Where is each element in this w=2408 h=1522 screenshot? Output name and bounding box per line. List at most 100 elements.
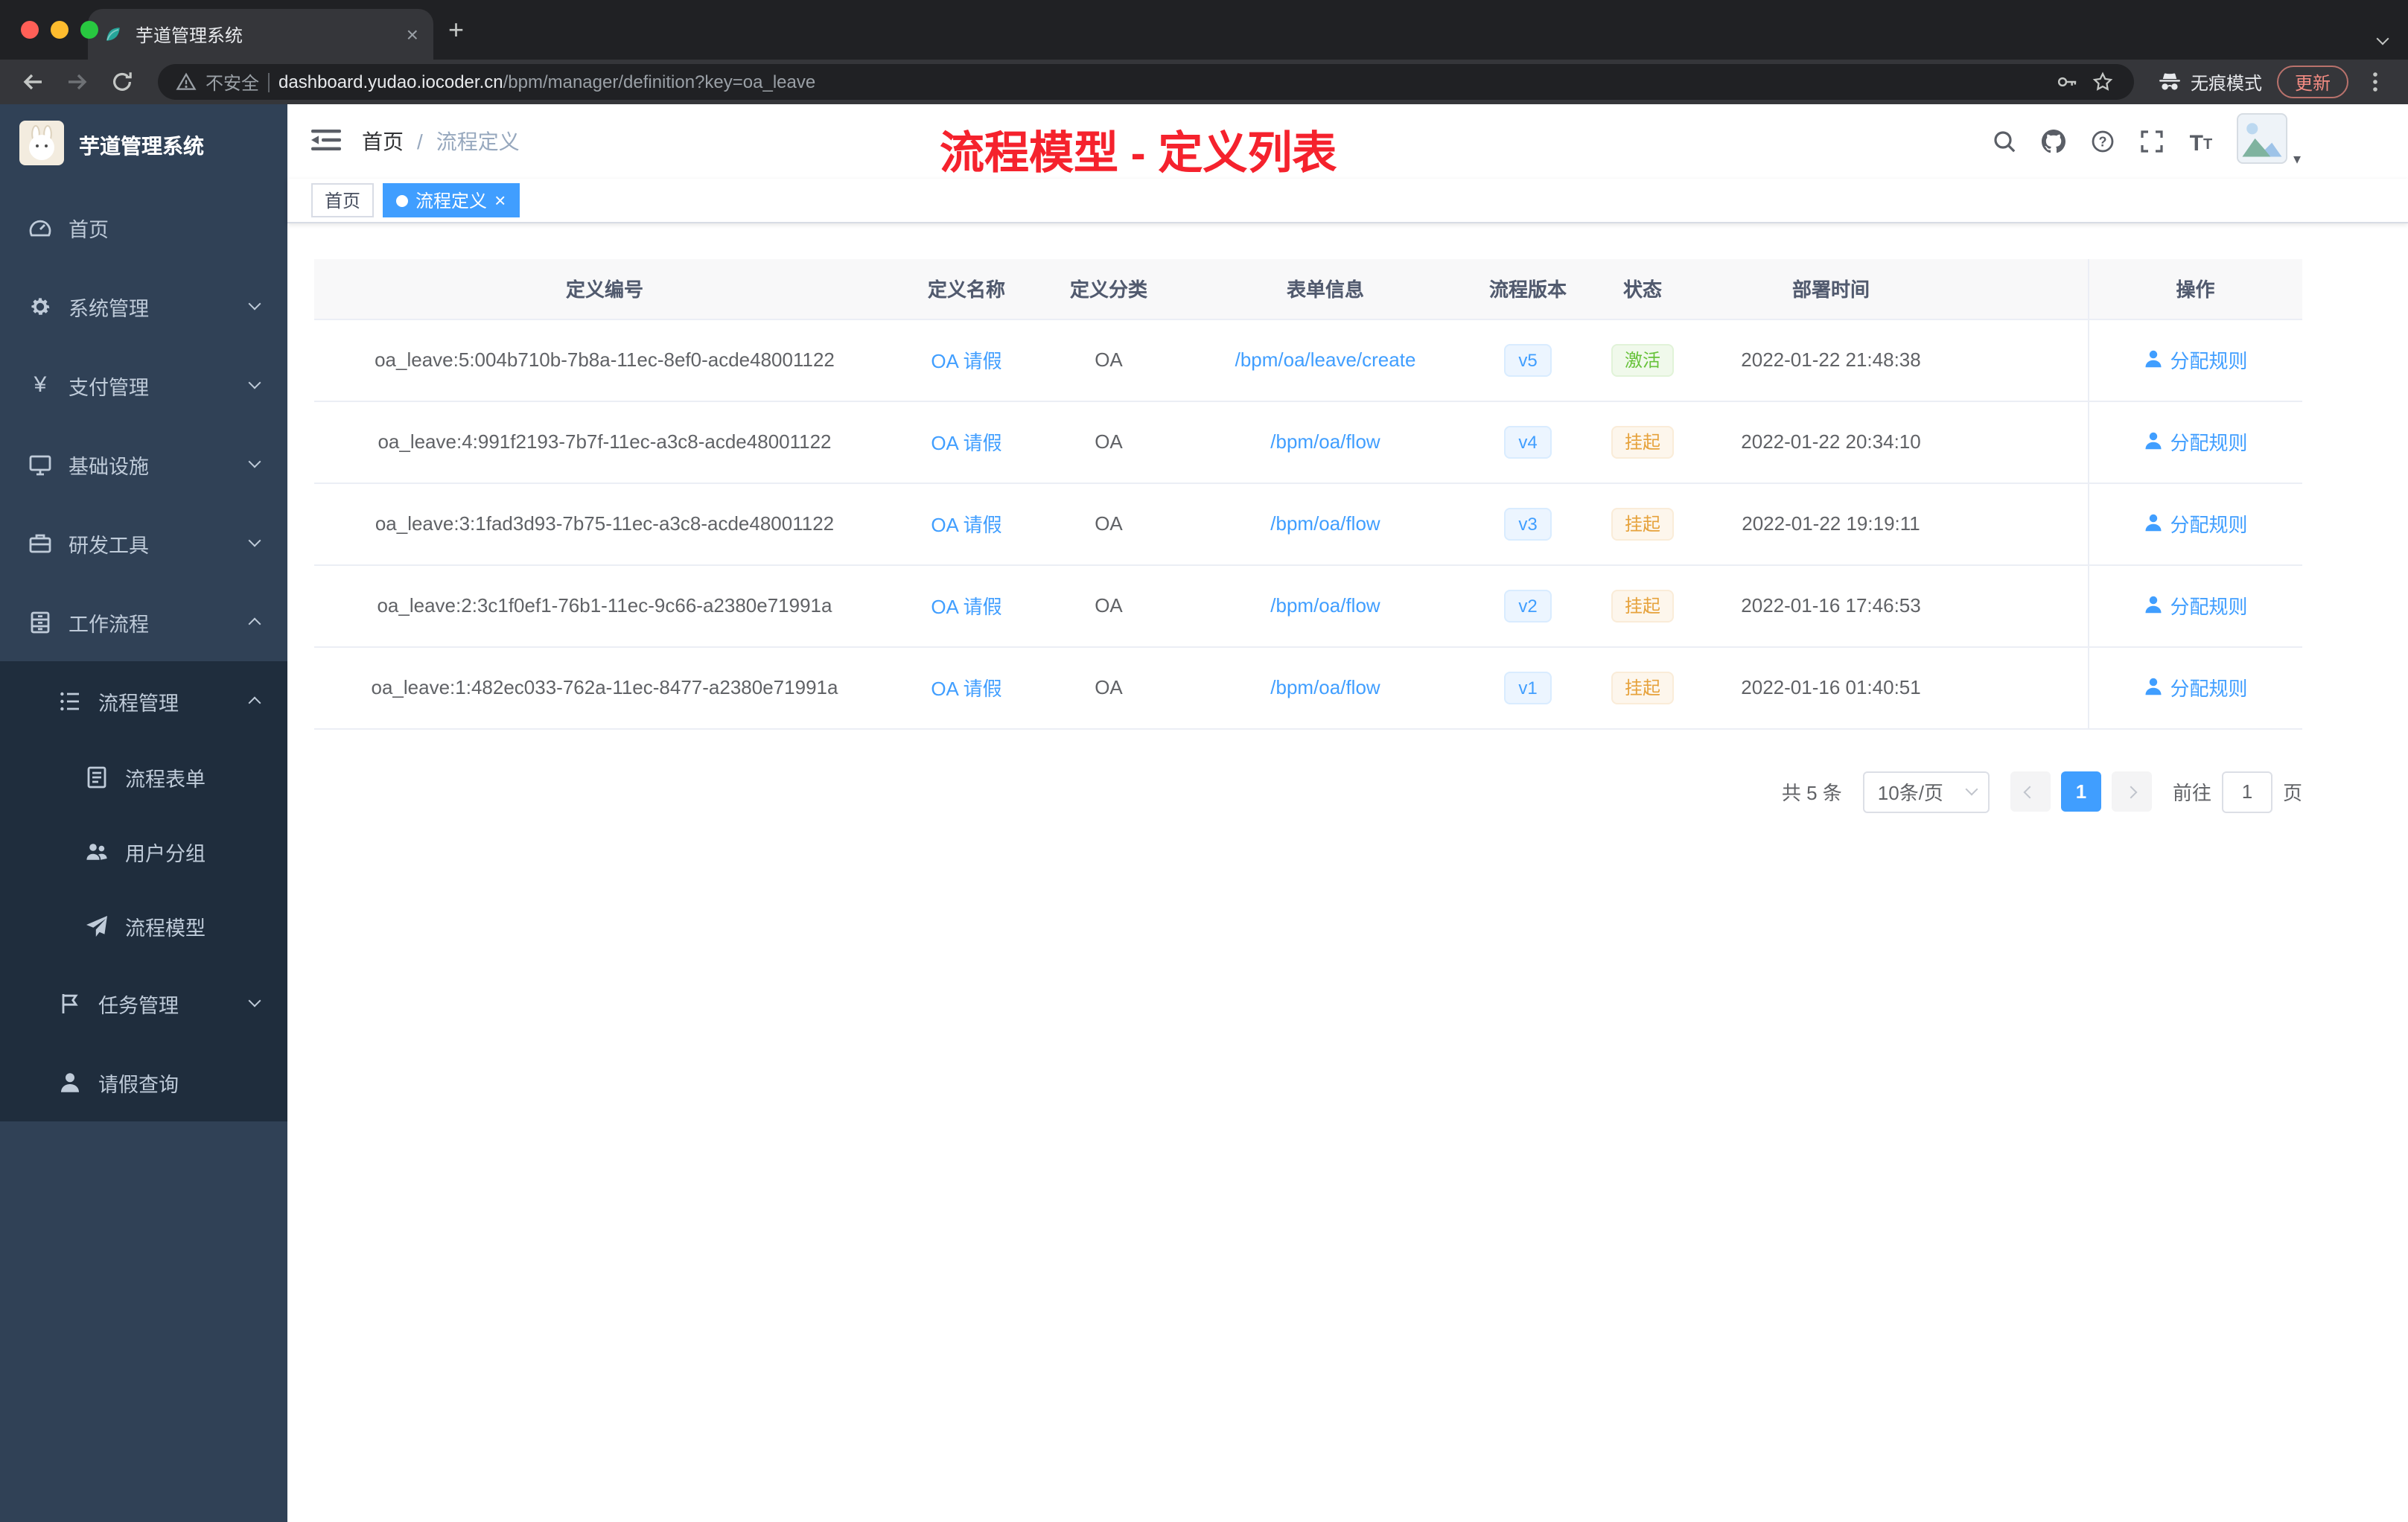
sidebar-item-process-management[interactable]: 流程管理 xyxy=(0,661,287,740)
back-button[interactable] xyxy=(15,64,51,100)
deploy-time: 2022-01-22 20:34:10 xyxy=(1701,401,1961,483)
assign-rule-link[interactable]: 分配规则 xyxy=(2143,509,2248,538)
svg-text:?: ? xyxy=(2098,134,2106,149)
sidebar-item-workflow[interactable]: 工作流程 xyxy=(0,582,287,661)
maximize-window-button[interactable] xyxy=(80,21,98,39)
gear-icon xyxy=(28,294,52,318)
font-size-icon[interactable]: TT xyxy=(2188,128,2214,155)
definition-name-link[interactable]: OA 请假 xyxy=(931,678,1001,700)
tab-search-chevron-icon[interactable] xyxy=(2376,24,2389,51)
incognito-icon xyxy=(2158,70,2182,94)
form-info-link[interactable]: /bpm/oa/flow xyxy=(1270,512,1380,535)
new-tab-button[interactable]: + xyxy=(448,16,464,43)
table-row: oa_leave:4:991f2193-7b7f-11ec-a3c8-acde4… xyxy=(314,401,2302,483)
col-form-info: 表单信息 xyxy=(1179,259,1471,319)
update-button[interactable]: 更新 xyxy=(2276,66,2348,98)
top-navbar: 首页 / 流程定义 流程模型 - 定义列表 ? T T ▾ xyxy=(287,104,2408,179)
sidebar: 芋道管理系统 首页 系统管理 ¥ 支付管理 基础设施 研发工具 工作流程 流程管… xyxy=(0,104,287,1522)
navbar-tools: ? TT ▾ xyxy=(1991,104,2301,179)
page-1-button[interactable]: 1 xyxy=(2060,771,2101,812)
chevron-down-icon xyxy=(248,994,261,1007)
tab-close-icon[interactable]: × xyxy=(407,22,418,46)
status-badge: 挂起 xyxy=(1611,671,1674,704)
browser-menu-icon[interactable] xyxy=(2357,64,2393,100)
prev-page-button[interactable] xyxy=(2010,771,2051,812)
url-divider xyxy=(268,72,270,92)
definition-name-link[interactable]: OA 请假 xyxy=(931,432,1001,454)
sidebar-item-user-group[interactable]: 用户分组 xyxy=(0,815,287,889)
monitor-icon xyxy=(28,452,52,476)
goto-label: 前往 xyxy=(2172,782,2211,804)
password-key-icon[interactable] xyxy=(2054,69,2080,95)
user-avatar-wrap[interactable]: ▾ xyxy=(2236,112,2301,171)
minimize-window-button[interactable] xyxy=(51,21,69,39)
page-size-select[interactable]: 10条/页 xyxy=(1862,771,1990,812)
user-avatar[interactable] xyxy=(2236,112,2287,171)
close-window-button[interactable] xyxy=(21,21,39,39)
next-page-button[interactable] xyxy=(2111,771,2152,812)
assign-rule-link[interactable]: 分配规则 xyxy=(2143,427,2248,456)
browser-tab[interactable]: 芋道管理系统 × xyxy=(88,9,433,60)
form-info-link[interactable]: /bpm/oa/leave/create xyxy=(1235,348,1416,371)
forward-button[interactable] xyxy=(60,64,95,100)
sidebar-item-leave-query[interactable]: 请假查询 xyxy=(0,1042,287,1121)
goto-page-input[interactable] xyxy=(2221,771,2272,812)
sidebar-item-devtools[interactable]: 研发工具 xyxy=(0,503,287,582)
version-tag: v1 xyxy=(1503,671,1552,704)
assign-rule-link[interactable]: 分配规则 xyxy=(2143,673,2248,701)
sidebar-item-task-management[interactable]: 任务管理 xyxy=(0,964,287,1042)
col-definition-name: 定义名称 xyxy=(895,259,1038,319)
sidebar-item-system[interactable]: 系统管理 xyxy=(0,267,287,346)
definition-id: oa_leave:5:004b710b-7b8a-11ec-8ef0-acde4… xyxy=(314,319,895,401)
bookmark-star-icon[interactable] xyxy=(2089,69,2116,95)
tag-process-definition[interactable]: 流程定义 × xyxy=(383,183,520,217)
col-status: 状态 xyxy=(1584,259,1701,319)
table-row: oa_leave:1:482ec033-762a-11ec-8477-a2380… xyxy=(314,646,2302,729)
annotation-text: 流程模型 - 定义列表 xyxy=(940,130,1337,179)
filler-cell xyxy=(1961,319,2088,401)
page-content: 定义编号 定义名称 定义分类 表单信息 流程版本 状态 部署时间 操作 oa_l… xyxy=(287,223,2408,1522)
window-controls xyxy=(21,21,98,39)
url-bar[interactable]: 不安全 dashboard.yudao.iocoder.cn/bpm/manag… xyxy=(158,64,2134,100)
status-badge: 激活 xyxy=(1611,343,1674,376)
form-info-link[interactable]: /bpm/oa/flow xyxy=(1270,676,1380,698)
tag-close-icon[interactable]: × xyxy=(494,191,506,210)
version-tag: v5 xyxy=(1503,343,1552,376)
fullscreen-icon[interactable] xyxy=(2138,128,2165,155)
github-icon[interactable] xyxy=(2040,128,2067,155)
incognito-badge[interactable]: 无痕模式 xyxy=(2152,69,2268,95)
sidebar-item-process-form[interactable]: 流程表单 xyxy=(0,740,287,815)
chevron-down-icon xyxy=(248,455,261,468)
hamburger-toggle-icon[interactable] xyxy=(311,128,341,155)
filler-cell xyxy=(1961,564,2088,647)
assign-rule-link[interactable]: 分配规则 xyxy=(2143,591,2248,620)
search-icon[interactable] xyxy=(1991,128,2018,155)
definition-id: oa_leave:4:991f2193-7b7f-11ec-a3c8-acde4… xyxy=(314,401,895,483)
breadcrumb-home-link[interactable]: 首页 xyxy=(362,127,404,156)
form-info-link[interactable]: /bpm/oa/flow xyxy=(1270,594,1380,617)
definition-name-link[interactable]: OA 请假 xyxy=(931,350,1001,372)
sidebar-item-process-model[interactable]: 流程模型 xyxy=(0,889,287,964)
help-icon[interactable]: ? xyxy=(2089,128,2116,155)
reload-button[interactable] xyxy=(104,64,140,100)
definition-name-link[interactable]: OA 请假 xyxy=(931,596,1001,618)
table-row: oa_leave:2:3c1f0ef1-76b1-11ec-9c66-a2380… xyxy=(314,564,2302,647)
form-document-icon xyxy=(85,765,109,789)
table-header-row: 定义编号 定义名称 定义分类 表单信息 流程版本 状态 部署时间 操作 xyxy=(314,259,2302,319)
definition-name-link[interactable]: OA 请假 xyxy=(931,514,1001,536)
workflow-submenu: 流程管理 流程表单 用户分组 流程模型 任务管理 请假查询 xyxy=(0,661,287,1121)
yen-icon: ¥ xyxy=(34,372,47,398)
sidebar-item-infrastructure[interactable]: 基础设施 xyxy=(0,424,287,503)
filler-cell xyxy=(1961,483,2088,565)
url-domain: dashboard.yudao.iocoder.cn xyxy=(278,71,503,92)
form-info-link[interactable]: /bpm/oa/flow xyxy=(1270,430,1380,453)
tab-title: 芋道管理系统 xyxy=(136,25,243,45)
assign-rule-link[interactable]: 分配规则 xyxy=(2143,346,2248,374)
sidebar-item-payment[interactable]: ¥ 支付管理 xyxy=(0,346,287,424)
sidebar-item-home[interactable]: 首页 xyxy=(0,188,287,267)
breadcrumb: 首页 / 流程定义 xyxy=(362,127,520,156)
security-badge[interactable]: 不安全 xyxy=(206,69,259,95)
tag-home[interactable]: 首页 xyxy=(311,183,375,217)
status-badge: 挂起 xyxy=(1611,589,1674,622)
flag-icon xyxy=(58,991,82,1015)
